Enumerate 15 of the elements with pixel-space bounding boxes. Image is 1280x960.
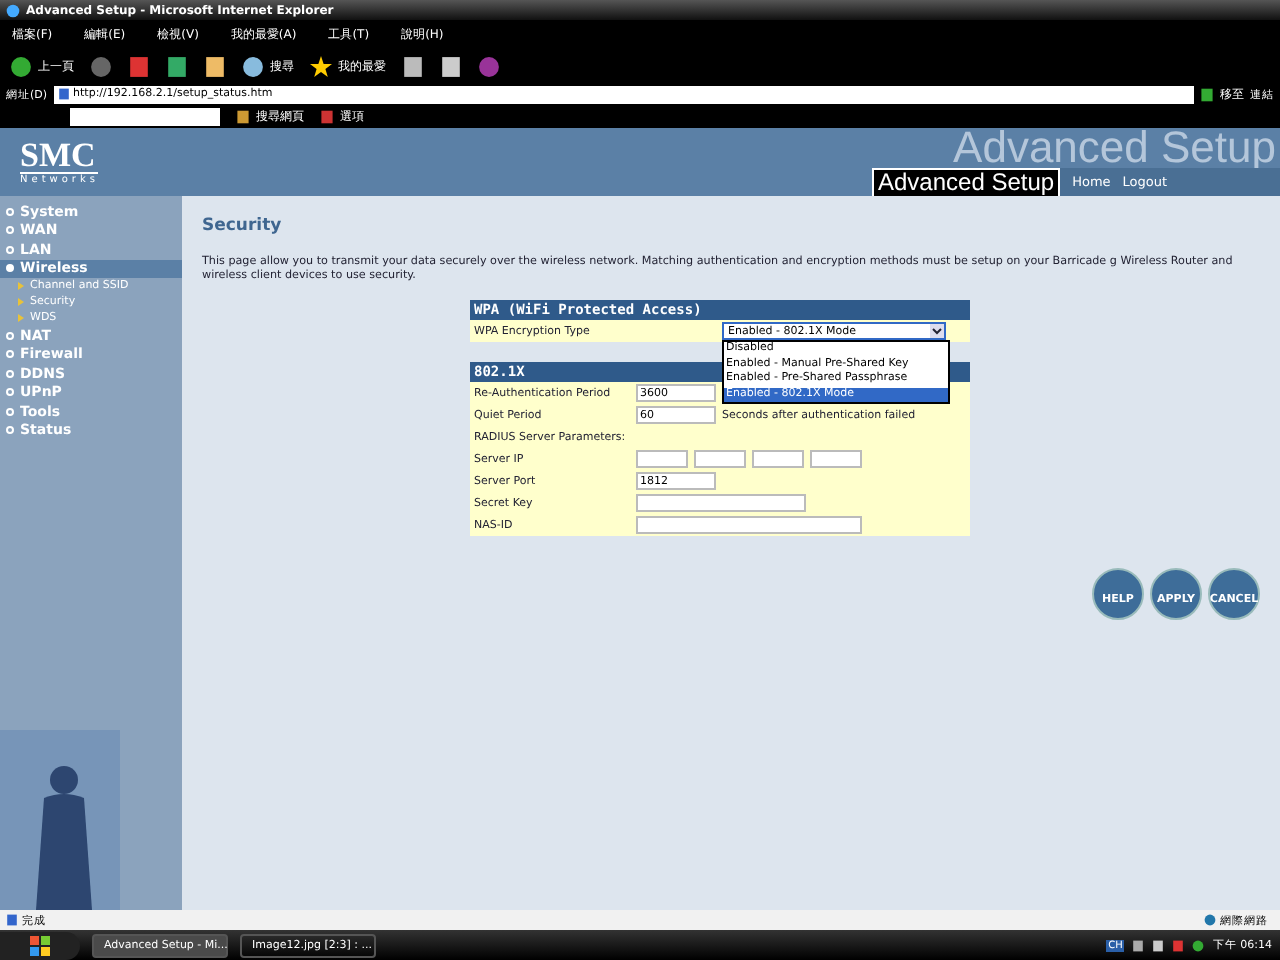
start-button[interactable] xyxy=(0,931,80,959)
search-field[interactable] xyxy=(70,107,220,125)
dropdown-arrow-icon xyxy=(930,324,944,338)
windows-logo-icon xyxy=(30,935,50,955)
ip-octet-field[interactable] xyxy=(694,450,746,468)
text-field[interactable] xyxy=(636,516,862,534)
ip-octet-field[interactable] xyxy=(810,450,862,468)
section-title: Security xyxy=(202,216,284,236)
banner-text: Advanced Setup xyxy=(953,128,1278,168)
ip-octet-field[interactable] xyxy=(636,450,688,468)
text-field[interactable] xyxy=(636,494,806,512)
star-icon xyxy=(310,55,332,77)
ip-octet-field[interactable] xyxy=(752,450,804,468)
logo-text: SMC xyxy=(20,138,96,172)
page-heading: Advanced Setup xyxy=(872,168,1061,196)
